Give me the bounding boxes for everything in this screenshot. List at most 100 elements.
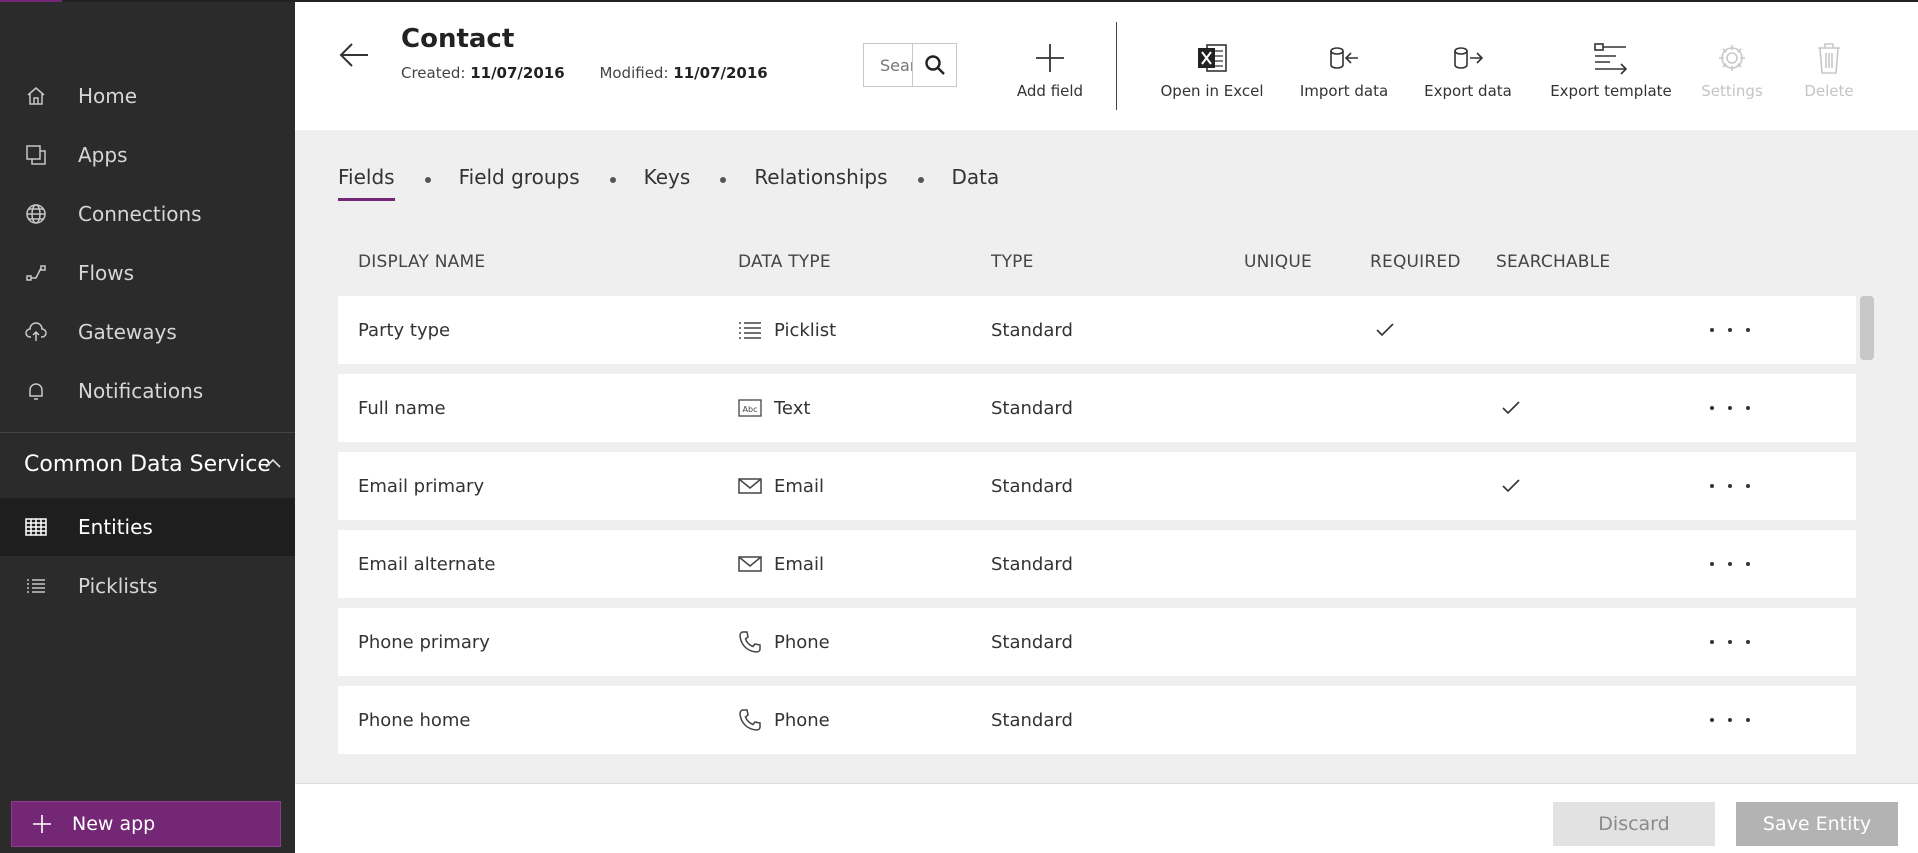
field-display-name: Phone primary: [358, 631, 490, 653]
tab-separator-dot: [609, 177, 616, 183]
modified-value: 11/07/2016: [673, 64, 768, 82]
back-arrow-icon[interactable]: [337, 38, 371, 72]
table-row[interactable]: Full name Abc Text Standard: [338, 374, 1856, 442]
open-in-excel-button[interactable]: Open in Excel: [1157, 40, 1267, 108]
search-input[interactable]: [864, 44, 912, 86]
export-data-button[interactable]: Export data: [1413, 40, 1523, 108]
bell-icon: [24, 379, 48, 403]
email-icon: [738, 474, 762, 498]
footer-bar: Discard Save Entity: [295, 783, 1918, 853]
column-header-type[interactable]: TYPE: [991, 252, 1034, 272]
field-display-name: Phone home: [358, 709, 471, 731]
cloud-upload-icon: [24, 320, 48, 344]
settings-button[interactable]: Settings: [1687, 40, 1777, 108]
more-options-icon[interactable]: [1710, 550, 1750, 578]
sidebar-item-apps[interactable]: Apps: [0, 126, 295, 184]
export-template-label: Export template: [1550, 82, 1672, 100]
list-icon: [24, 574, 48, 598]
phone-icon: [738, 630, 762, 654]
field-type: Standard: [991, 475, 1073, 497]
field-data-type-label: Text: [774, 397, 811, 419]
export-data-label: Export data: [1424, 82, 1512, 100]
more-options-icon[interactable]: [1710, 394, 1750, 422]
discard-button[interactable]: Discard: [1553, 802, 1715, 846]
field-data-type-label: Email: [774, 553, 824, 575]
field-data-type: Email: [738, 530, 824, 598]
field-display-name: Party type: [358, 319, 451, 341]
column-header-data-type[interactable]: DATA TYPE: [738, 252, 831, 272]
trash-icon: [1789, 40, 1869, 76]
created-value: 11/07/2016: [470, 64, 565, 82]
more-options-icon[interactable]: [1710, 472, 1750, 500]
tab-data[interactable]: Data: [952, 165, 1000, 195]
text-abc-icon: Abc: [738, 396, 762, 420]
import-data-button[interactable]: Import data: [1289, 40, 1399, 108]
import-data-label: Import data: [1299, 82, 1389, 100]
column-header-display-name[interactable]: DISPLAY NAME: [358, 252, 485, 272]
field-type: Standard: [991, 319, 1073, 341]
export-data-icon: [1413, 40, 1523, 76]
field-display-name: Email alternate: [358, 553, 496, 575]
modified-label: Modified:: [599, 64, 669, 82]
settings-label: Settings: [1701, 82, 1763, 100]
table-icon: [24, 515, 48, 539]
more-options-icon[interactable]: [1710, 628, 1750, 656]
field-data-type: Abc Text: [738, 374, 810, 442]
field-data-type: Picklist: [738, 296, 836, 364]
entity-dates: Created: 11/07/2016 Modified: 11/07/2016: [401, 64, 768, 82]
required-check-icon: [1376, 296, 1394, 364]
sidebar: Home Apps Connections Flows Gateways Not…: [0, 2, 295, 853]
export-template-button[interactable]: Export template: [1541, 40, 1681, 108]
add-field-button[interactable]: Add field: [995, 40, 1105, 108]
search-icon[interactable]: [912, 44, 956, 86]
tab-keys[interactable]: Keys: [644, 165, 691, 195]
table-scrollbar[interactable]: [1860, 296, 1874, 360]
export-template-icon: [1541, 40, 1681, 76]
phone-icon: [738, 708, 762, 732]
table-row[interactable]: Email primary Email Standard: [338, 452, 1856, 520]
chevron-up-icon[interactable]: [261, 452, 285, 476]
sidebar-item-gateways[interactable]: Gateways: [0, 303, 295, 361]
plus-icon: [30, 812, 54, 836]
sidebar-item-label: Connections: [78, 202, 202, 226]
field-type: Standard: [991, 553, 1073, 575]
field-type: Standard: [991, 631, 1073, 653]
more-options-icon[interactable]: [1710, 316, 1750, 344]
field-data-type: Phone: [738, 608, 830, 676]
table-row[interactable]: Phone primary Phone Standard: [338, 608, 1856, 676]
sidebar-section-common-data-service[interactable]: Common Data Service: [0, 434, 295, 494]
table-row[interactable]: Phone home Phone Standard: [338, 686, 1856, 754]
new-app-button[interactable]: New app: [11, 801, 281, 847]
sidebar-item-entities[interactable]: Entities: [0, 498, 295, 556]
sidebar-item-picklists[interactable]: Picklists: [0, 557, 295, 615]
field-type: Standard: [991, 709, 1073, 731]
delete-button[interactable]: Delete: [1789, 40, 1869, 108]
searchable-check-icon: [1502, 452, 1520, 520]
sidebar-item-flows[interactable]: Flows: [0, 244, 295, 302]
column-header-searchable[interactable]: SEARCHABLE: [1496, 252, 1610, 272]
sidebar-item-label: Apps: [78, 143, 128, 167]
sidebar-divider: [0, 432, 295, 433]
column-header-unique[interactable]: UNIQUE: [1244, 252, 1312, 272]
column-header-required[interactable]: REQUIRED: [1370, 252, 1461, 272]
add-field-label: Add field: [1016, 82, 1084, 100]
sidebar-item-home[interactable]: Home: [0, 67, 295, 125]
more-options-icon[interactable]: [1710, 706, 1750, 734]
sidebar-item-notifications[interactable]: Notifications: [0, 362, 295, 420]
plus-icon: [995, 40, 1105, 76]
save-entity-button[interactable]: Save Entity: [1736, 802, 1898, 846]
field-data-type-label: Phone: [774, 631, 830, 653]
sidebar-item-label: Flows: [78, 261, 135, 285]
field-display-name: Email primary: [358, 475, 485, 497]
entity-header: Contact Created: 11/07/2016 Modified: 11…: [295, 2, 1918, 130]
tab-fields[interactable]: Fields: [338, 165, 395, 201]
svg-text:Abc: Abc: [743, 405, 758, 414]
entity-tabs: Fields Field groups Keys Relationships D…: [338, 160, 1000, 201]
sidebar-item-label: Home: [78, 84, 138, 108]
sidebar-item-connections[interactable]: Connections: [0, 185, 295, 243]
table-row[interactable]: Email alternate Email Standard: [338, 530, 1856, 598]
sidebar-item-label: Gateways: [78, 320, 177, 344]
tab-relationships[interactable]: Relationships: [754, 165, 887, 195]
table-row[interactable]: Party type Picklist Standard: [338, 296, 1856, 364]
tab-field-groups[interactable]: Field groups: [459, 165, 580, 195]
